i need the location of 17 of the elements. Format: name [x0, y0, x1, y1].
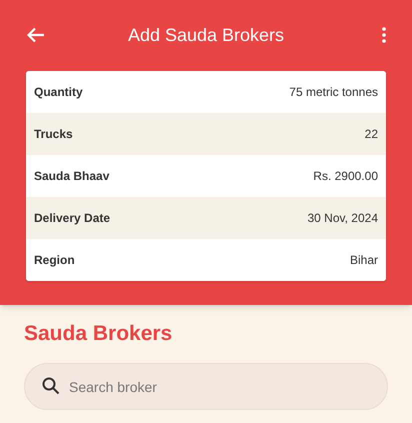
more-options-icon: [382, 27, 386, 43]
back-button[interactable]: [26, 25, 46, 45]
section-title: Sauda Brokers: [24, 321, 174, 347]
detail-value: 75 metric tonnes: [289, 84, 378, 101]
detail-label: Delivery Date: [34, 210, 110, 227]
detail-value: 30 Nov, 2024: [308, 210, 378, 227]
detail-value: Bihar: [350, 252, 378, 269]
detail-label: Quantity: [34, 84, 83, 101]
detail-label: Sauda Bhaav: [34, 168, 110, 185]
back-arrow-icon: [27, 27, 45, 43]
page-title: Add Sauda Brokers: [126, 24, 286, 46]
search-icon: [42, 377, 60, 395]
detail-value: Rs. 2900.00: [313, 168, 378, 185]
detail-value: 22: [364, 126, 378, 143]
detail-label: Trucks: [34, 126, 73, 143]
search-field[interactable]: Search broker: [24, 363, 388, 410]
detail-label: Region: [34, 252, 75, 269]
